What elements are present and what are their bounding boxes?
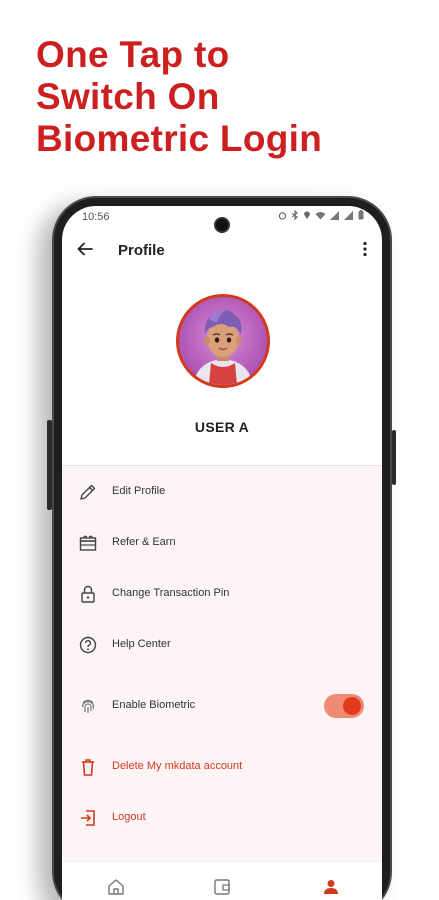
profile-icon[interactable] — [321, 877, 341, 900]
biometric-toggle[interactable] — [324, 694, 364, 718]
profile-username: USER A — [194, 419, 250, 435]
promo-headline: One Tap to Switch On Biometric Login — [36, 34, 322, 160]
phone-power-button — [392, 430, 396, 485]
phone-side-button — [47, 420, 52, 510]
headline-line-3: Biometric Login — [36, 118, 323, 159]
toggle-knob — [343, 697, 361, 715]
headline-line-2: Switch On — [36, 76, 220, 117]
menu-item-change-pin[interactable]: Change Transaction Pin — [62, 574, 382, 614]
gift-icon — [78, 533, 98, 553]
app-bar: Profile — [62, 236, 382, 266]
location-icon — [303, 210, 311, 223]
menu-item-enable-biometric: Enable Biometric — [62, 686, 382, 726]
avatar — [176, 294, 270, 388]
menu-item-label: Enable Biometric — [112, 699, 196, 711]
avatar-illustration — [193, 310, 253, 385]
bluetooth-icon — [291, 209, 299, 223]
help-circle-icon — [78, 635, 98, 655]
status-icons — [278, 209, 364, 223]
status-time: 10:56 — [82, 211, 110, 223]
menu-item-delete-account[interactable]: Delete My mkdata account — [62, 747, 382, 787]
home-icon[interactable] — [106, 877, 126, 900]
phone-screen: 10:56 Profile USER A Edit Profile Refer … — [62, 206, 382, 900]
back-arrow-icon[interactable] — [76, 240, 94, 263]
trash-icon — [78, 757, 98, 777]
menu-item-label: Edit Profile — [112, 485, 166, 497]
menu-item-label: Help Center — [112, 638, 171, 650]
signal-icon-2 — [344, 210, 354, 223]
menu-item-label: Delete My mkdata account — [112, 760, 243, 772]
fingerprint-icon — [78, 696, 98, 716]
page-title: Profile — [118, 242, 165, 259]
lock-icon — [78, 584, 98, 604]
pencil-icon — [78, 482, 98, 502]
menu-item-refer-earn[interactable]: Refer & Earn — [62, 523, 382, 563]
menu-item-help-center[interactable]: Help Center — [62, 625, 382, 665]
signal-icon — [330, 210, 340, 223]
menu-item-label: Change Transaction Pin — [112, 587, 230, 599]
bottom-nav — [62, 861, 382, 900]
menu-item-label: Refer & Earn — [112, 536, 176, 548]
front-camera — [214, 217, 230, 233]
menu-item-edit-profile[interactable]: Edit Profile — [62, 472, 382, 512]
battery-icon — [358, 210, 364, 223]
headline-line-1: One Tap to — [36, 34, 230, 75]
more-vert-icon[interactable] — [362, 241, 368, 262]
alarm-icon — [278, 211, 287, 223]
logout-icon — [78, 808, 98, 828]
wallet-icon[interactable] — [212, 877, 232, 900]
menu-item-logout[interactable]: Logout — [62, 798, 382, 838]
menu-item-label: Logout — [112, 811, 146, 823]
wifi-icon — [315, 211, 326, 223]
profile-menu: Edit Profile Refer & Earn Change Transac… — [62, 466, 382, 866]
